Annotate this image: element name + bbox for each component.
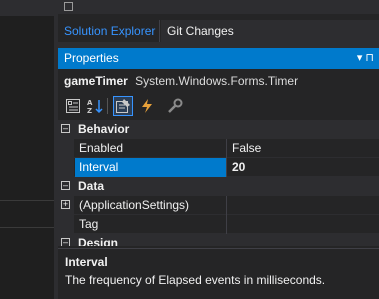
editor-pane bbox=[0, 0, 58, 299]
category-behavior[interactable]: – Behavior bbox=[58, 120, 379, 139]
tab-git-changes[interactable]: Git Changes bbox=[159, 20, 240, 42]
properties-toolbar: A Z bbox=[58, 93, 379, 119]
category-label: Design bbox=[78, 236, 119, 246]
property-row-interval[interactable]: Interval 20 bbox=[58, 158, 379, 177]
events-icon bbox=[142, 99, 152, 113]
property-value[interactable]: 20 bbox=[226, 158, 379, 177]
properties-title-bar: Properties ▾ ⊓ bbox=[58, 48, 379, 69]
description-panel: Interval The frequency of Elapsed events… bbox=[58, 248, 379, 299]
collapse-icon[interactable]: – bbox=[61, 181, 70, 190]
category-data[interactable]: – Data bbox=[58, 177, 379, 196]
expand-icon[interactable]: + bbox=[61, 200, 70, 209]
property-row-application-settings[interactable]: + (ApplicationSettings) bbox=[58, 196, 379, 215]
property-name[interactable]: Enabled bbox=[75, 139, 226, 158]
categorized-button[interactable] bbox=[63, 96, 83, 116]
category-label: Data bbox=[78, 179, 105, 193]
divider bbox=[0, 227, 54, 228]
properties-icon bbox=[116, 99, 130, 113]
properties-title: Properties bbox=[64, 51, 119, 65]
row-gutter bbox=[58, 158, 74, 177]
property-row-tag[interactable]: Tag bbox=[58, 215, 379, 234]
properties-button[interactable] bbox=[113, 96, 133, 116]
editor-tab-strip bbox=[0, 0, 54, 16]
toolbar-separator bbox=[107, 98, 108, 114]
tool-window-pane: Solution Explorer Git Changes Properties… bbox=[58, 0, 379, 299]
row-gutter bbox=[58, 215, 74, 234]
property-pages-icon bbox=[168, 98, 183, 113]
divider bbox=[0, 200, 54, 201]
property-grid: – Behavior Enabled False Interval 20 – D… bbox=[58, 120, 379, 246]
description-title: Interval bbox=[65, 255, 108, 269]
category-label: Behavior bbox=[78, 122, 130, 136]
property-name[interactable]: Interval bbox=[75, 158, 226, 177]
row-gutter: + bbox=[58, 196, 74, 215]
row-gutter bbox=[58, 139, 74, 158]
property-name[interactable]: (ApplicationSettings) bbox=[75, 196, 226, 215]
alphabetical-button[interactable]: A Z bbox=[85, 96, 105, 116]
tab-solution-explorer[interactable]: Solution Explorer bbox=[58, 20, 162, 42]
svg-text:A: A bbox=[87, 99, 93, 107]
object-type: System.Windows.Forms.Timer bbox=[135, 74, 299, 88]
property-value[interactable]: False bbox=[226, 139, 379, 158]
tool-window-tabbar: Solution Explorer Git Changes bbox=[58, 20, 379, 42]
property-name[interactable]: Tag bbox=[75, 215, 226, 234]
collapse-icon[interactable]: – bbox=[61, 238, 70, 246]
object-name: gameTimer bbox=[64, 74, 128, 88]
property-value[interactable] bbox=[226, 196, 379, 215]
categorized-icon bbox=[66, 99, 80, 113]
tool-window-top-strip bbox=[58, 0, 379, 14]
svg-text:Z: Z bbox=[87, 107, 92, 114]
property-value[interactable] bbox=[226, 215, 379, 234]
collapse-icon[interactable]: – bbox=[61, 124, 70, 133]
property-pages-button[interactable] bbox=[165, 96, 185, 116]
property-row-enabled[interactable]: Enabled False bbox=[58, 139, 379, 158]
window-icon bbox=[64, 2, 73, 11]
pin-icon[interactable]: ▾ ⊓ bbox=[357, 52, 374, 64]
object-selector[interactable]: gameTimer System.Windows.Forms.Timer bbox=[58, 70, 379, 92]
alphabetical-icon: A Z bbox=[87, 99, 103, 114]
description-text: The frequency of Elapsed events in milli… bbox=[65, 273, 326, 287]
category-design[interactable]: – Design bbox=[58, 234, 379, 246]
events-button[interactable] bbox=[137, 96, 157, 116]
